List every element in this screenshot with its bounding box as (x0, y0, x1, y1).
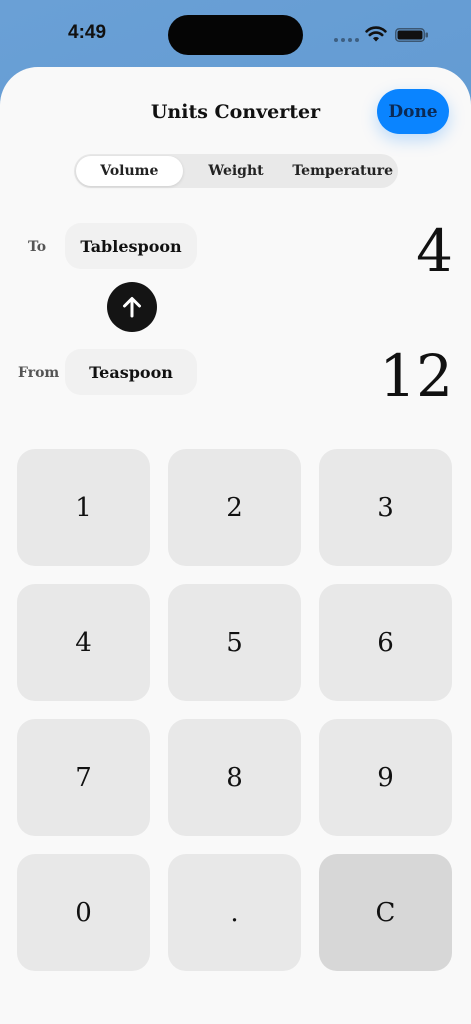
key-8[interactable]: 8 (168, 719, 301, 836)
from-unit-selector[interactable]: Teaspoon (65, 349, 197, 395)
clear-button[interactable]: C (319, 854, 452, 971)
cellular-signal-icon (334, 38, 359, 42)
key-decimal[interactable]: . (168, 854, 301, 971)
tab-weight[interactable]: Weight (183, 156, 290, 186)
arrow-up-icon (123, 297, 141, 318)
wifi-icon (365, 26, 387, 42)
key-1[interactable]: 1 (17, 449, 150, 566)
key-3[interactable]: 3 (319, 449, 452, 566)
key-7[interactable]: 7 (17, 719, 150, 836)
battery-icon (395, 28, 428, 42)
converter-sheet: Units Converter Done Volume Weight Tempe… (0, 67, 471, 1024)
key-9[interactable]: 9 (319, 719, 452, 836)
key-2[interactable]: 2 (168, 449, 301, 566)
swap-units-button[interactable] (107, 282, 157, 332)
tab-temperature[interactable]: Temperature (289, 156, 396, 186)
category-segmented-control: Volume Weight Temperature (74, 154, 398, 188)
numeric-keypad: 1 2 3 4 5 6 7 8 9 0 . C (17, 449, 454, 971)
key-0[interactable]: 0 (17, 854, 150, 971)
done-button[interactable]: Done (377, 89, 449, 134)
to-unit-selector[interactable]: Tablespoon (65, 223, 197, 269)
dynamic-island (168, 15, 303, 55)
from-value-display: 12 (379, 342, 453, 410)
tab-volume[interactable]: Volume (76, 156, 183, 186)
from-label: From (18, 365, 60, 381)
key-4[interactable]: 4 (17, 584, 150, 701)
status-time: 4:49 (68, 22, 107, 43)
to-label: To (28, 239, 47, 255)
key-5[interactable]: 5 (168, 584, 301, 701)
to-value-display: 4 (416, 217, 453, 285)
key-6[interactable]: 6 (319, 584, 452, 701)
status-bar: 4:49 (0, 0, 471, 66)
